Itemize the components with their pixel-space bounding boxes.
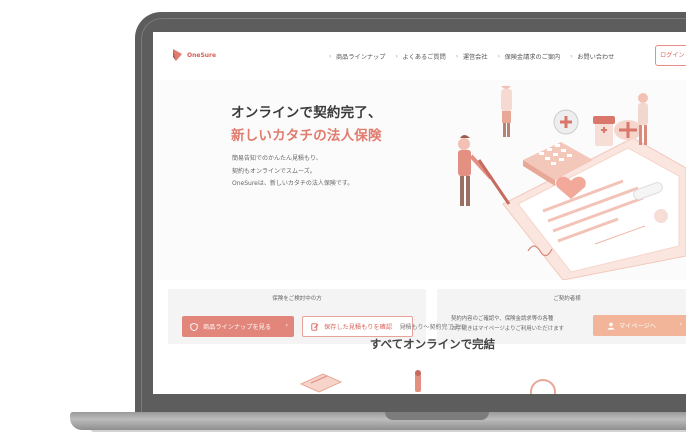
- chevron-right-icon: ›: [497, 52, 500, 60]
- chevron-right-icon: ›: [455, 52, 459, 60]
- nav-item-label: 保険金請求のご案内: [504, 54, 561, 61]
- chevron-right-icon: ›: [329, 52, 332, 60]
- laptop-notch: [385, 412, 489, 420]
- person-standing-illustration: [638, 93, 648, 145]
- hero-description: 簡易告知でのかんたん見積もり、 契約もオンラインでスムーズ。 OneSureは、…: [232, 153, 353, 191]
- main-nav: › 商品ラインナップ › よくあるご質問 › 運営会社 › 保険金請求のご案内 …: [329, 52, 614, 61]
- login-button[interactable]: ログイン: [655, 45, 686, 66]
- laptop-screen: OneSure › 商品ラインナップ › よくあるご質問 › 運営会社 › 保険…: [153, 32, 686, 394]
- nav-item-company[interactable]: › 運営会社: [456, 52, 488, 61]
- nav-item-products[interactable]: › 商品ラインナップ: [329, 52, 386, 61]
- logo-mark-icon: [173, 49, 182, 61]
- document-icon: [299, 373, 343, 393]
- chevron-right-icon: ›: [395, 52, 398, 60]
- hero-title-line1: オンラインで契約完了、: [231, 105, 382, 121]
- nav-item-faq[interactable]: › よくあるご質問: [396, 52, 446, 61]
- chevron-right-icon: ›: [570, 52, 573, 60]
- section-icons: [299, 370, 556, 394]
- person-with-pen-illustration: [458, 135, 511, 206]
- nav-item-label: 運営会社: [462, 54, 488, 61]
- medical-cross-illustration: [553, 109, 579, 135]
- clock-icon: [530, 379, 556, 394]
- pen-icon: [415, 370, 421, 392]
- site-header: OneSure › 商品ラインナップ › よくあるご質問 › 運営会社 › 保険…: [153, 32, 686, 80]
- nav-item-label: よくあるご質問: [402, 54, 446, 61]
- hero-desc-line: 契約もオンラインでスムーズ。: [232, 167, 316, 175]
- customer-panel-title: ご契約者様: [553, 296, 581, 302]
- section-title: すべてオンラインで完結: [369, 337, 496, 351]
- section-subtitle: 見積もり〜契約完了まで: [399, 324, 466, 331]
- hero-title-line2: 新しいカタチの法人保険: [231, 128, 382, 144]
- nav-item-label: お問い合わせ: [577, 54, 615, 61]
- logo-text: OneSure: [187, 51, 217, 59]
- person-top-illustration: [501, 86, 512, 137]
- prospect-panel-title: 保険をご検討中の方: [272, 296, 322, 302]
- laptop-base: [70, 412, 686, 430]
- hero-desc-line: OneSureは、新しいカタチの法人保険です。: [232, 180, 354, 187]
- hero-section: オンラインで契約完了、 新しいカタチの法人保険 簡易告知でのかんたん見積もり、 …: [153, 80, 686, 344]
- hero-illustration: [458, 86, 686, 280]
- nav-item-contact[interactable]: › お問い合わせ: [570, 52, 614, 61]
- nav-item-claims[interactable]: › 保険金請求のご案内: [498, 52, 561, 61]
- brand-logo[interactable]: OneSure: [171, 48, 216, 62]
- hero-desc-line: 簡易告知でのかんたん見積もり、: [232, 155, 322, 162]
- nav-item-label: 商品ラインナップ: [336, 54, 386, 61]
